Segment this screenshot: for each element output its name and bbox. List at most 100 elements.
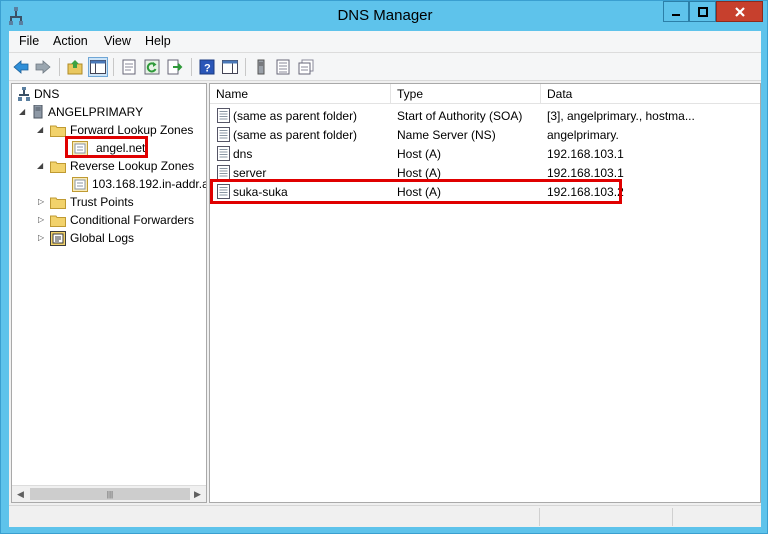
column-header-type[interactable]: Type <box>391 84 541 104</box>
refresh-icon <box>144 59 160 75</box>
svg-text:?: ? <box>204 63 211 75</box>
refresh-button[interactable] <box>142 57 162 77</box>
new-mail-exchanger-icon <box>298 59 314 75</box>
tree-item-dns[interactable]: DNS <box>18 85 59 103</box>
help-button[interactable]: ? <box>197 57 217 77</box>
highlight-box <box>210 179 622 204</box>
status-segment <box>672 508 761 526</box>
forward-arrow-icon <box>35 60 51 74</box>
maximize-icon <box>697 6 708 17</box>
minimize-button[interactable] <box>663 1 689 22</box>
up-one-level-button[interactable] <box>65 57 85 77</box>
tree-item-conditional-forwarders[interactable]: Conditional Forwarders <box>50 211 194 229</box>
tree-item-reverse-zone[interactable]: 103.168.192.in-addr.a <box>72 175 207 193</box>
title-bar[interactable]: DNS Manager <box>1 1 768 31</box>
maximize-button[interactable] <box>689 1 716 22</box>
folder-icon <box>50 161 66 173</box>
expand-arrow-icon[interactable]: ▷ <box>38 197 44 206</box>
back-button[interactable] <box>11 57 31 77</box>
table-row[interactable]: dns Host (A) 192.168.103.1 <box>210 144 760 163</box>
global-logs-icon <box>50 230 66 246</box>
dns-root-icon <box>18 87 30 101</box>
record-icon <box>217 146 230 161</box>
expand-arrow-icon[interactable]: ▷ <box>38 233 44 242</box>
table-row[interactable]: (same as parent folder) Start of Authori… <box>210 106 760 125</box>
collapse-arrow-icon[interactable]: ◢ <box>37 125 43 134</box>
close-icon <box>734 6 745 17</box>
properties-button[interactable] <box>119 57 139 77</box>
records-list[interactable]: Name Type Data (same as parent folder) S… <box>209 83 761 503</box>
export-list-button[interactable] <box>165 57 185 77</box>
record-data: angelprimary. <box>547 127 619 142</box>
record-name: server <box>233 165 267 180</box>
minimize-icon <box>672 13 680 16</box>
back-arrow-icon <box>13 60 29 74</box>
up-folder-icon <box>67 60 83 75</box>
highlight-box <box>65 136 148 158</box>
tree-item-trust-points[interactable]: Trust Points <box>50 193 134 211</box>
new-mail-exchanger-button[interactable] <box>296 57 316 77</box>
tree-label-trust-points: Trust Points <box>70 195 134 209</box>
toolbar: ? <box>9 53 761 81</box>
new-host-icon <box>257 59 265 75</box>
record-icon <box>217 165 230 180</box>
tree-label-global-logs: Global Logs <box>70 231 135 245</box>
new-host-button[interactable] <box>251 57 271 77</box>
client-area: File Action View Help ? DNS ◢ ANGELPRIMA… <box>9 31 761 527</box>
help-icon: ? <box>199 59 215 75</box>
table-row[interactable]: (same as parent folder) Name Server (NS)… <box>210 125 760 144</box>
tree-item-global-logs[interactable]: Global Logs <box>50 229 134 247</box>
collapse-arrow-icon[interactable]: ◢ <box>19 107 25 116</box>
window-title: DNS Manager <box>337 7 433 24</box>
record-icon <box>217 127 230 142</box>
scroll-left-icon[interactable]: ◀ <box>12 486 29 502</box>
dns-manager-window: DNS Manager File Action View Help ? DNS … <box>0 0 768 534</box>
record-data: 192.168.103.1 <box>547 146 624 161</box>
show-hide-action-pane-icon <box>222 60 238 74</box>
record-name: (same as parent folder) <box>233 108 358 123</box>
menu-view[interactable]: View <box>101 34 134 48</box>
folder-icon <box>50 125 66 137</box>
show-hide-action-pane-button[interactable] <box>220 57 240 77</box>
zone-icon <box>72 176 88 192</box>
expand-arrow-icon[interactable]: ▷ <box>38 215 44 224</box>
show-hide-tree-icon <box>90 60 106 74</box>
column-header-name[interactable]: Name <box>210 84 391 104</box>
horizontal-scrollbar[interactable]: ◀ ||| ▶ <box>12 485 206 502</box>
tree-label-reverse-lookup-zones: Reverse Lookup Zones <box>70 159 195 173</box>
scroll-right-icon[interactable]: ▶ <box>189 486 206 502</box>
collapse-arrow-icon[interactable]: ◢ <box>37 161 43 170</box>
menu-bar: File Action View Help <box>9 31 761 53</box>
forward-button[interactable] <box>33 57 53 77</box>
tree-label-conditional-forwarders: Conditional Forwarders <box>70 213 195 227</box>
record-type: Start of Authority (SOA) <box>397 108 523 123</box>
tree-item-server[interactable]: ANGELPRIMARY <box>32 103 143 121</box>
tree-label-forward-lookup-zones: Forward Lookup Zones <box>70 123 194 137</box>
folder-icon <box>50 197 66 209</box>
status-segment <box>539 508 672 526</box>
properties-icon <box>122 59 136 75</box>
show-hide-console-tree-button[interactable] <box>88 57 108 77</box>
folder-icon <box>50 215 66 227</box>
record-name: dns <box>233 146 253 161</box>
tree-label-server: ANGELPRIMARY <box>48 105 144 119</box>
export-list-icon <box>167 59 183 75</box>
menu-file[interactable]: File <box>16 34 42 48</box>
console-tree[interactable]: DNS ◢ ANGELPRIMARY ◢ Forward Lookup Zone… <box>11 83 207 503</box>
status-bar <box>9 505 761 527</box>
menu-action[interactable]: Action <box>50 34 91 48</box>
record-data: [3], angelprimary., hostma... <box>547 108 695 123</box>
record-type: Name Server (NS) <box>397 127 496 142</box>
record-data: 192.168.103.1 <box>547 165 624 180</box>
menu-help[interactable]: Help <box>142 34 174 48</box>
new-alias-icon <box>276 59 290 75</box>
tree-item-reverse-lookup-zones[interactable]: Reverse Lookup Zones <box>50 157 194 175</box>
record-icon <box>217 108 230 123</box>
column-header-data[interactable]: Data <box>541 84 760 104</box>
close-button[interactable] <box>716 1 763 22</box>
new-alias-button[interactable] <box>273 57 293 77</box>
tree-label-reverse-zone: 103.168.192.in-addr.a <box>92 177 207 191</box>
record-name: (same as parent folder) <box>233 127 358 142</box>
record-type: Host (A) <box>397 165 442 180</box>
scroll-thumb[interactable]: ||| <box>30 488 190 500</box>
